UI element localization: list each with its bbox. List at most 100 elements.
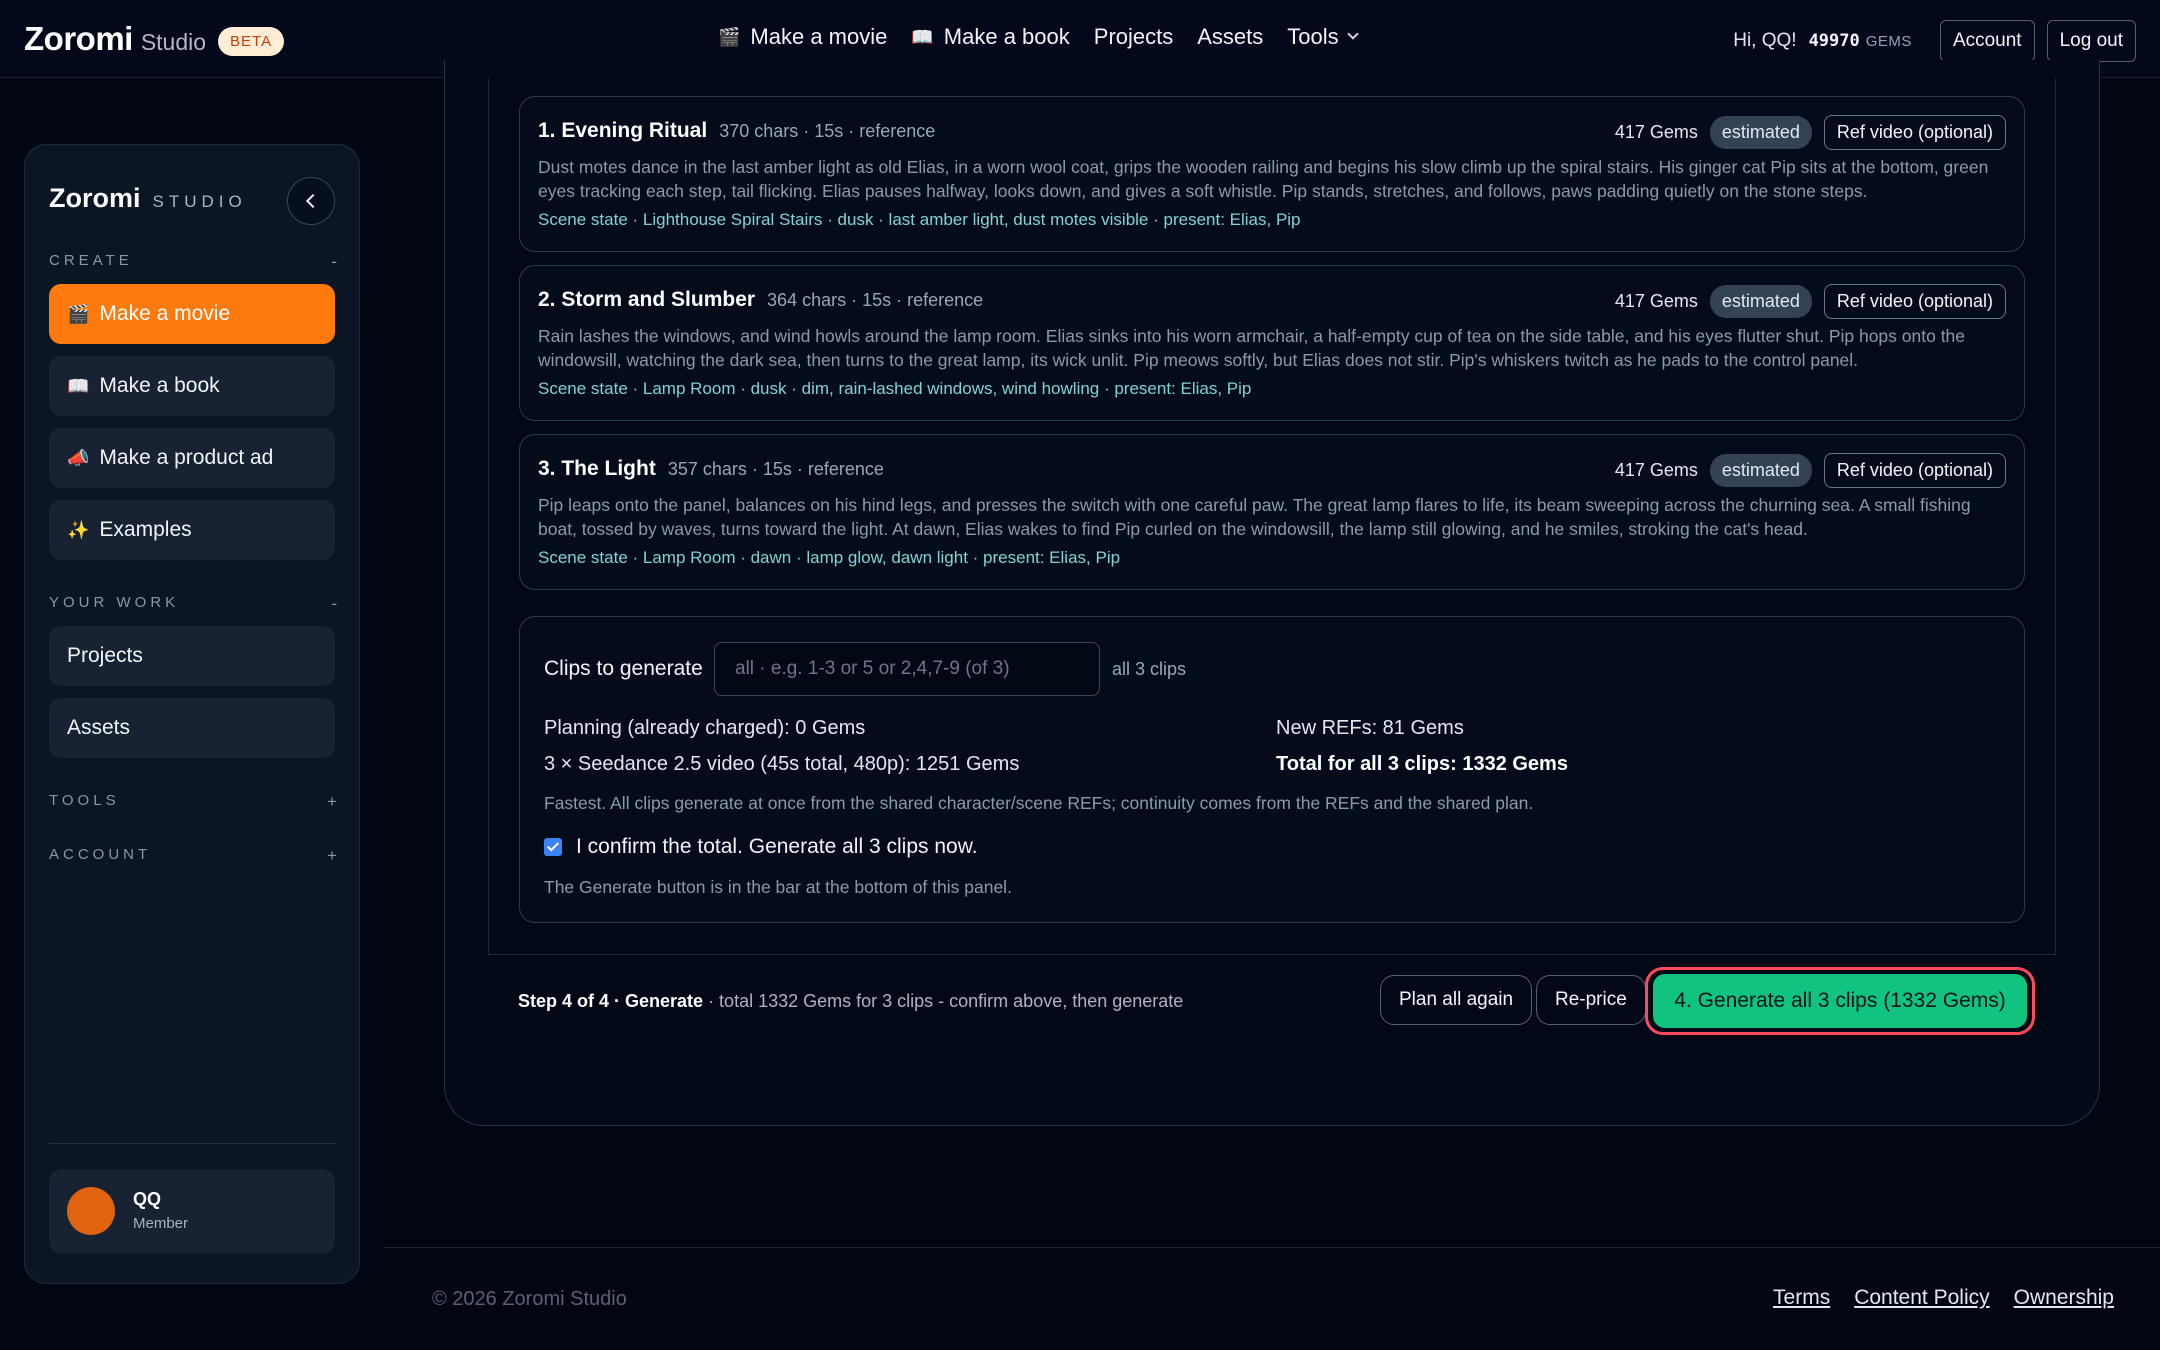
top-nav-tools[interactable]: Tools xyxy=(1287,24,1359,50)
top-nav-projects[interactable]: Projects xyxy=(1094,24,1173,50)
sidebar-item-projects[interactable]: Projects xyxy=(49,626,335,686)
sparkles-icon: ✨ xyxy=(67,519,90,540)
beta-badge: BETA xyxy=(218,27,285,56)
generate-button-note: The Generate button is in the bar at the… xyxy=(544,877,1012,897)
section-tools-header[interactable]: TOOLS + xyxy=(49,792,337,812)
clip-scene-state: Scene state · Lamp Room · dusk · dim, ra… xyxy=(538,379,1252,398)
clip-actions: 417 Gems estimated Ref video (optional) xyxy=(1615,453,2006,488)
book-icon: 📖 xyxy=(911,26,934,47)
collapse-sidebar-button[interactable] xyxy=(287,177,335,225)
estimated-badge: estimated xyxy=(1709,454,1812,487)
sidebar-brand: Zoromi STUDIO xyxy=(49,183,247,214)
logout-button[interactable]: Log out xyxy=(2046,20,2136,62)
step-summary: · total 1332 Gems for 3 clips - confirm … xyxy=(703,991,1184,1011)
generate-all-clips-button[interactable]: 4. Generate all 3 clips (1332 Gems) xyxy=(1653,974,2027,1028)
clip-scene-state: Scene state · Lamp Room · dawn · lamp gl… xyxy=(538,548,1121,567)
collapse-toggle-icon: - xyxy=(331,594,337,613)
confirm-checkbox[interactable] xyxy=(544,838,562,856)
expand-toggle-icon: + xyxy=(327,792,337,811)
user-role: Member xyxy=(133,1215,189,1232)
ref-video-button[interactable]: Ref video (optional) xyxy=(1823,115,2006,150)
clip-scene-state: Scene state · Lighthouse Spiral Stairs ·… xyxy=(538,210,1301,229)
sidebar-item-label: Make a book xyxy=(99,374,220,397)
top-nav-make-book[interactable]: 📖 Make a book xyxy=(911,24,1069,50)
footer-link-terms[interactable]: Terms xyxy=(1773,1286,1830,1310)
new-refs-cost: New REFs: 81 Gems xyxy=(1276,717,1464,739)
chevron-left-icon xyxy=(305,193,321,209)
clip-title-row: 1. Evening Ritual 370 chars · 15s · refe… xyxy=(538,119,935,143)
top-nav-label: Make a book xyxy=(943,24,1070,49)
sidebar-divider xyxy=(49,1143,337,1144)
section-create-header[interactable]: CREATE - xyxy=(49,252,337,272)
clip-title: 2. Storm and Slumber xyxy=(538,288,756,311)
top-nav: 🎬 Make a movie 📖 Make a book Projects As… xyxy=(718,24,1381,50)
top-nav-make-movie[interactable]: 🎬 Make a movie xyxy=(718,24,887,50)
collapse-toggle-icon: - xyxy=(331,252,337,271)
clip-actions: 417 Gems estimated Ref video (optional) xyxy=(1615,115,2006,150)
expand-toggle-icon: + xyxy=(327,846,337,865)
account-area: Hi, QQ! 49970 GEMS Account Log out xyxy=(1733,20,2136,62)
clip-gems-cost: 417 Gems xyxy=(1614,291,1698,311)
clip-gems-cost: 417 Gems xyxy=(1614,122,1698,142)
clapperboard-icon: 🎬 xyxy=(718,26,741,47)
generation-mode-note: Fastest. All clips generate at once from… xyxy=(544,793,1534,813)
total-cost: Total for all 3 clips: 1332 Gems xyxy=(1276,753,1568,775)
footer-links: Terms Content Policy Ownership xyxy=(1749,1286,2114,1310)
sidebar-item-examples[interactable]: ✨ Examples xyxy=(49,500,335,560)
sidebar: Zoromi STUDIO CREATE - 🎬 Make a movie 📖 … xyxy=(24,144,360,1284)
section-account-header[interactable]: ACCOUNT + xyxy=(49,846,337,866)
clips-hint: all 3 clips xyxy=(1112,659,1187,679)
sidebar-item-make-movie[interactable]: 🎬 Make a movie xyxy=(49,284,335,344)
step-bar: Step 4 of 4 · Generate · total 1332 Gems… xyxy=(488,954,2056,1046)
top-nav-assets[interactable]: Assets xyxy=(1197,24,1263,50)
clips-range-input[interactable] xyxy=(714,642,1100,696)
section-title: YOUR WORK xyxy=(49,594,180,611)
top-nav-label: Make a movie xyxy=(750,24,888,49)
clip-title: 1. Evening Ritual xyxy=(538,119,708,142)
user-name: QQ xyxy=(133,1189,162,1209)
book-icon: 📖 xyxy=(67,375,90,396)
clip-title-row: 2. Storm and Slumber 364 chars · 15s · r… xyxy=(538,288,983,312)
ref-video-button[interactable]: Ref video (optional) xyxy=(1823,453,2006,488)
plan-all-again-button[interactable]: Plan all again xyxy=(1380,975,1533,1025)
account-button[interactable]: Account xyxy=(1939,20,2035,62)
step-label: Step 4 of 4 · Generate xyxy=(518,991,704,1011)
clip-meta: 357 chars · 15s · reference xyxy=(667,459,884,479)
chevron-down-icon xyxy=(1346,28,1359,40)
video-cost: 3 × Seedance 2.5 video (45s total, 480p)… xyxy=(544,753,1020,775)
greeting: Hi, QQ! xyxy=(1733,30,1797,51)
clip-meta: 364 chars · 15s · reference xyxy=(767,290,984,310)
confirm-label: I confirm the total. Generate all 3 clip… xyxy=(576,835,978,858)
clip-description: Dust motes dance in the last amber light… xyxy=(538,157,1989,201)
sidebar-item-label: Make a product ad xyxy=(99,446,274,469)
sidebar-item-label: Assets xyxy=(67,716,131,739)
ref-video-button[interactable]: Ref video (optional) xyxy=(1823,284,2006,319)
sidebar-item-make-product-ad[interactable]: 📣 Make a product ad xyxy=(49,428,335,488)
confirm-row[interactable]: I confirm the total. Generate all 3 clip… xyxy=(544,835,978,859)
brand-logo[interactable]: Zoromi Studio BETA xyxy=(24,20,285,60)
checkmark-icon xyxy=(546,838,560,852)
generate-settings-box: Clips to generate all 3 clips Planning (… xyxy=(519,616,2025,923)
brand-name: Zoromi xyxy=(24,20,133,57)
clip-gems-cost: 417 Gems xyxy=(1614,460,1698,480)
clip-title: 3. The Light xyxy=(538,457,656,480)
clip-card: 2. Storm and Slumber 364 chars · 15s · r… xyxy=(519,265,2025,421)
planning-cost: Planning (already charged): 0 Gems xyxy=(544,717,866,739)
sidebar-item-label: Examples xyxy=(99,518,192,541)
top-nav-label: Tools xyxy=(1287,24,1339,49)
section-title: CREATE xyxy=(49,252,133,269)
sidebar-brand-subtitle: STUDIO xyxy=(152,192,247,211)
footer-link-ownership[interactable]: Ownership xyxy=(2014,1286,2114,1310)
sidebar-item-make-book[interactable]: 📖 Make a book xyxy=(49,356,335,416)
user-card[interactable]: QQ Member xyxy=(49,1169,335,1253)
clip-actions: 417 Gems estimated Ref video (optional) xyxy=(1615,284,2006,319)
clip-card: 3. The Light 357 chars · 15s · reference… xyxy=(519,434,2025,590)
section-your-work-header[interactable]: YOUR WORK - xyxy=(49,594,337,614)
footer-link-content-policy[interactable]: Content Policy xyxy=(1854,1286,1989,1310)
estimated-badge: estimated xyxy=(1709,116,1812,149)
gems-label: GEMS xyxy=(1865,32,1912,50)
sidebar-item-assets[interactable]: Assets xyxy=(49,698,335,758)
reprice-button[interactable]: Re-price xyxy=(1536,975,1646,1025)
clip-card: 1. Evening Ritual 370 chars · 15s · refe… xyxy=(519,96,2025,252)
clips-to-generate-label: Clips to generate xyxy=(544,657,703,680)
